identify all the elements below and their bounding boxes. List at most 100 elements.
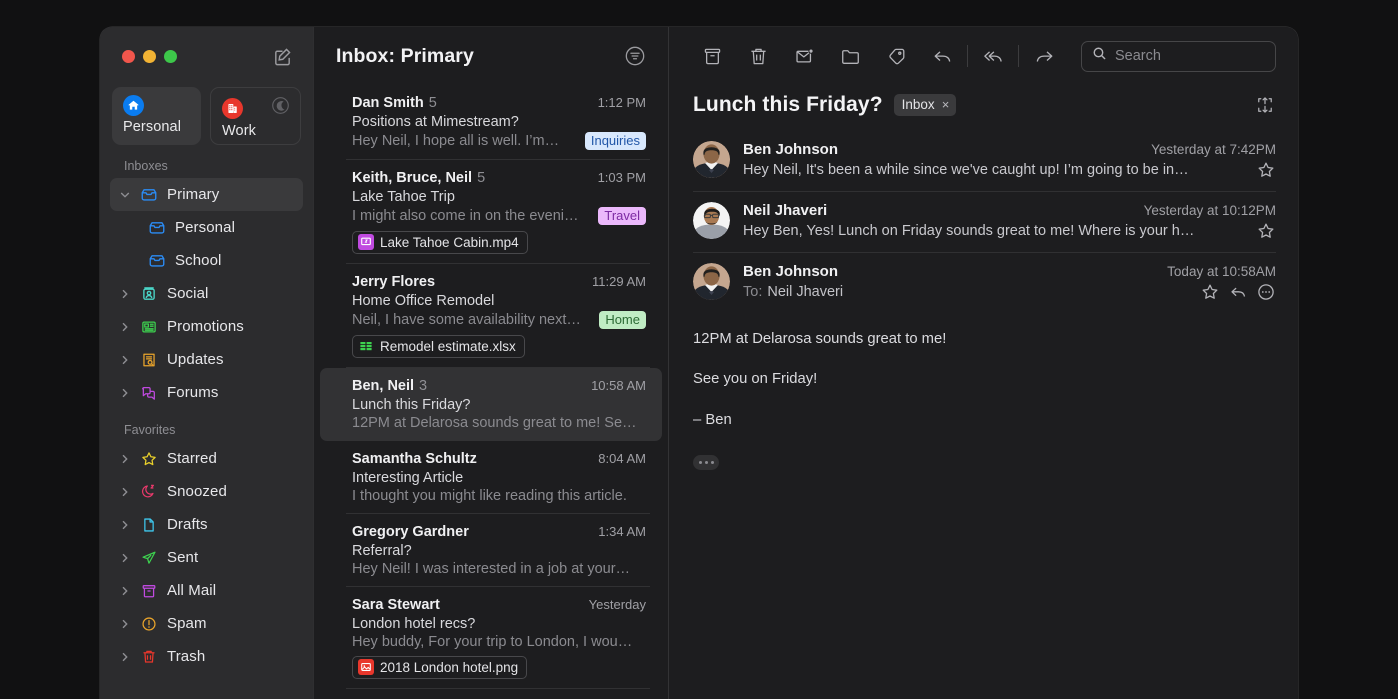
expand-collapse-icon[interactable] (1254, 94, 1276, 116)
message-list-item[interactable]: Keith, Bruce, Neil 5 1:03 PM Lake Tahoe T… (320, 160, 662, 264)
recipient-name: Neil Jhaveri (767, 284, 844, 300)
spreadsheet-file-icon (358, 338, 374, 354)
search-input[interactable] (1115, 48, 1265, 64)
sidebar-item-primary[interactable]: Primary (110, 178, 303, 211)
remove-label-icon[interactable]: × (942, 97, 950, 112)
message-attachment[interactable]: 2018 London hotel.png (352, 656, 528, 679)
sidebar-item-starred[interactable]: Starred (110, 442, 303, 475)
sidebar-section-favorites-label: Favorites (124, 423, 176, 437)
chevron-down-icon[interactable] (118, 190, 131, 200)
move-folder-icon[interactable] (827, 38, 873, 74)
message-list[interactable]: Dan Smith 5 1:12 PM Positions at Mimestre… (314, 85, 668, 699)
star-icon (138, 450, 160, 468)
message-tag[interactable]: Inquiries (584, 132, 646, 150)
message-attachment[interactable]: Lake Tahoe Cabin.mp4 (352, 231, 528, 254)
chevron-right-icon[interactable] (118, 355, 131, 365)
sidebar-item-snoozed-label: Snoozed (167, 483, 227, 500)
chevron-right-icon[interactable] (118, 487, 131, 497)
message-sender: Neil Jhaveri (743, 202, 828, 219)
chevron-right-icon[interactable] (118, 652, 131, 662)
message-preview: Hey Ben, Yes! Lunch on Friday sounds gre… (743, 223, 1195, 239)
chevron-right-icon[interactable] (118, 619, 131, 629)
message-preview: Hey Neil! I was interested in a job at y… (352, 561, 631, 577)
forward-icon[interactable] (1021, 38, 1067, 74)
message-list-item-selected[interactable]: Ben, Neil 3 10:58 AM Lunch this Friday? 1… (320, 368, 662, 441)
traffic-lights (122, 49, 177, 63)
more-icon[interactable] (1256, 282, 1276, 302)
star-icon[interactable] (1200, 282, 1220, 302)
paper-plane-icon (138, 549, 160, 567)
sidebar-item-trash[interactable]: Trash (110, 640, 303, 673)
message-tag[interactable]: Travel (598, 207, 646, 225)
chevron-right-icon[interactable] (118, 454, 131, 464)
message-time: 10:58 AM (591, 378, 646, 393)
message-thread-count: 5 (477, 170, 486, 186)
zoom-window-button[interactable] (164, 49, 177, 63)
archive-box-icon (138, 582, 160, 600)
close-window-button[interactable] (122, 49, 135, 63)
title-bar (100, 27, 313, 85)
reply-icon[interactable] (1228, 282, 1248, 302)
sidebar-item-social[interactable]: Social (110, 277, 303, 310)
message-list-item[interactable]: Jerry Flores 11:29 AM Home Office Remode… (320, 264, 662, 368)
message-list-header: Inbox: Primary (314, 27, 668, 85)
star-icon[interactable] (1256, 221, 1276, 241)
message-preview: Hey buddy, For your trip to London, I wo… (352, 634, 633, 650)
message-sender: Ben Johnson (743, 263, 839, 280)
message-list-item[interactable]: Dan Smith 5 1:12 PM Positions at Mimestre… (320, 85, 662, 160)
sidebar-item-forums-label: Forums (167, 384, 219, 401)
message-list-item[interactable]: Gregory Gardner 1:34 AM Referral? Hey Ne… (320, 514, 662, 587)
sidebar-item-updates[interactable]: Updates (110, 343, 303, 376)
compose-icon[interactable] (269, 43, 295, 69)
sidebar-item-all-mail[interactable]: All Mail (110, 574, 303, 607)
message-thread-count: 3 (419, 378, 428, 394)
chevron-right-icon[interactable] (118, 388, 131, 398)
message-tag[interactable]: Home (599, 311, 646, 329)
sidebar-item-school[interactable]: School (110, 244, 303, 277)
message-subject: Home Office Remodel (352, 293, 495, 309)
sidebar-item-personal[interactable]: Personal (110, 211, 303, 244)
inbox-icon (138, 186, 160, 204)
reply-icon[interactable] (919, 38, 965, 74)
minimize-window-button[interactable] (143, 49, 156, 63)
sidebar-item-promotions[interactable]: Promotions (110, 310, 303, 343)
body-paragraph: – Ben (693, 411, 732, 428)
message-list-item[interactable]: Samantha Schultz 8:04 AM Interesting Art… (320, 441, 662, 514)
tag-icon[interactable] (873, 38, 919, 74)
mark-unread-icon[interactable] (781, 38, 827, 74)
thread-message-expanded[interactable]: Ben Johnson Today at 10:58AM To: Neil Jha… (669, 253, 1298, 314)
thread-label-text: Inbox (901, 97, 935, 112)
chevron-right-icon[interactable] (118, 586, 131, 596)
message-attachment[interactable]: Remodel estimate.xlsx (352, 335, 525, 358)
message-sender: Sara Stewart (352, 597, 440, 613)
trash-icon[interactable] (735, 38, 781, 74)
sidebar-item-trash-label: Trash (167, 648, 206, 665)
search-box[interactable] (1081, 40, 1276, 72)
do-not-disturb-moon-icon[interactable] (271, 96, 290, 120)
chevron-right-icon[interactable] (118, 289, 131, 299)
thread-title: Lunch this Friday? (693, 93, 883, 116)
message-list-item[interactable]: Sara Stewart Yesterday London hotel recs… (320, 587, 662, 689)
thread-label-chip[interactable]: Inbox × (893, 94, 957, 116)
sidebar-item-snoozed[interactable]: Snoozed (110, 475, 303, 508)
thread-message-collapsed[interactable]: Ben Johnson Yesterday at 7:42PM Hey Neil… (669, 131, 1298, 192)
sidebar-item-drafts[interactable]: Drafts (110, 508, 303, 541)
sidebar-item-spam[interactable]: Spam (110, 607, 303, 640)
sidebar-item-forums[interactable]: Forums (110, 376, 303, 409)
chevron-right-icon[interactable] (118, 322, 131, 332)
show-trimmed-content-button[interactable] (693, 455, 719, 471)
thread-message-collapsed[interactable]: Neil Jhaveri Yesterday at 10:12PM Hey Be… (669, 192, 1298, 253)
sidebar-item-spam-label: Spam (167, 615, 207, 632)
search-icon (1092, 46, 1107, 66)
star-icon[interactable] (1256, 160, 1276, 180)
chevron-right-icon[interactable] (118, 553, 131, 563)
message-subject: London hotel recs? (352, 616, 476, 632)
reply-all-icon[interactable] (970, 38, 1016, 74)
account-personal[interactable]: Personal (112, 87, 201, 145)
sidebar-item-sent[interactable]: Sent (110, 541, 303, 574)
chevron-right-icon[interactable] (118, 520, 131, 530)
account-work[interactable]: Work (210, 87, 301, 145)
filter-icon[interactable] (622, 43, 648, 69)
archive-icon[interactable] (689, 38, 735, 74)
message-time: 8:04 AM (598, 451, 646, 466)
